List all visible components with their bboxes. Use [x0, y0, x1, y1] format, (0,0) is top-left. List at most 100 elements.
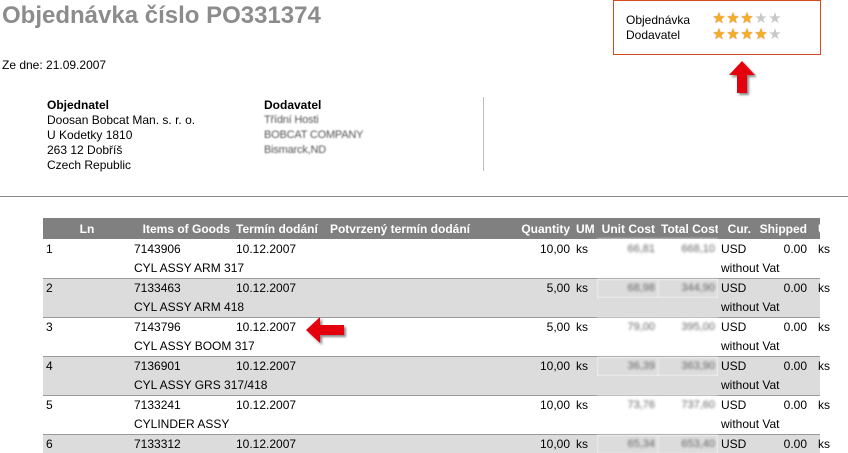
supplier-heading: Dodavatel — [264, 98, 322, 112]
cell-total-cost: 363,90 — [658, 355, 718, 376]
cell-unit-cost: 68,98 — [597, 277, 658, 298]
buyer-block: Objednatel Doosan Bobcat Man. s. r. o. U… — [47, 98, 195, 173]
table-row[interactable]: 4 7136901 10.12.2007 10,00 ks 36,39 363,90 USD 0… — [43, 355, 830, 376]
buyer-line: 263 12 Dobříš — [47, 143, 123, 157]
col-header-total-cost[interactable]: Total Cost — [658, 218, 718, 239]
col-header-shipped[interactable]: Shipped — [754, 218, 810, 239]
cell-shipped: 0.00 — [754, 355, 810, 376]
buyer-line: U Kodetky 1810 — [47, 128, 133, 142]
cell-currency: USD — [718, 277, 754, 298]
cell-empty — [43, 414, 131, 434]
buyer-heading: Objednatel — [47, 98, 110, 112]
col-header-um[interactable]: UM — [573, 218, 597, 239]
cell-item-number: 7133312 — [131, 433, 233, 453]
cell-unit-cost: 79,00 — [597, 316, 658, 337]
star-empty-icon: ★ — [768, 26, 782, 43]
cell-delivery-date: 10.12.2007 — [233, 433, 319, 453]
cell-empty — [43, 297, 131, 317]
col-header-delivery-date[interactable]: Termín dodání — [233, 218, 319, 239]
cell-confirmed-date — [319, 355, 473, 376]
cell-delivery-date: 10.12.2007 — [233, 355, 319, 376]
cell-quantity: 10,00 — [473, 394, 573, 415]
items-table: Ln Items of Goods Termín dodání Potvrzen… — [43, 218, 837, 453]
table-row-detail: CYL ASSY GRS 317/418 without Vat — [43, 375, 820, 395]
cell-delivery-date: 10.12.2007 — [233, 239, 319, 259]
cell-confirmed-date — [319, 394, 473, 415]
cell-total-cost: 395,00 — [658, 316, 718, 337]
star-filled-icon: ★ — [712, 10, 726, 27]
cell-ln: 1 — [43, 239, 131, 259]
cell-ln: 2 — [43, 277, 131, 298]
table-row[interactable]: 3 7143796 10.12.2007 5,00 ks 79,00 395,00 USD 0.… — [43, 316, 830, 337]
cell-empty — [43, 258, 131, 278]
cell-item-number: 7133241 — [131, 394, 233, 415]
header-separator — [0, 196, 848, 197]
cell-ln: 3 — [43, 316, 131, 337]
table-header-row: Ln Items of Goods Termín dodání Potvrzen… — [43, 218, 837, 239]
cell-quantity: 10,00 — [473, 355, 573, 376]
cell-item-description: CYLINDER ASSY — [131, 414, 718, 434]
cell-vat-note: without Vat — [718, 336, 820, 356]
cell-shipped: 0.00 — [754, 433, 810, 453]
cell-um: ks — [573, 355, 597, 376]
col-header-um2[interactable]: UM — [810, 218, 837, 239]
star-empty-icon: ★ — [768, 10, 782, 27]
order-date: Ze dne: 21.09.2007 — [2, 58, 107, 72]
arrow-left-icon — [306, 317, 344, 343]
cell-total-cost: 668,10 — [658, 239, 718, 259]
cell-currency: USD — [718, 316, 754, 337]
table-row-detail: CYL ASSY ARM 317 without Vat — [43, 258, 820, 278]
cell-item-description: CYL ASSY GRS 317/418 — [131, 375, 718, 395]
cell-item-number: 7143796 — [131, 316, 233, 337]
cell-confirmed-date — [319, 239, 473, 259]
cell-confirmed-date — [319, 277, 473, 298]
table-row[interactable]: 6 7133312 10.12.2007 10,00 ks 65,34 653,40 USD 0… — [43, 433, 830, 453]
cell-unit-cost: 73,76 — [597, 394, 658, 415]
cell-um2: ks — [810, 355, 830, 376]
cell-item-number: 7136901 — [131, 355, 233, 376]
cell-ln: 5 — [43, 394, 131, 415]
table-row-detail: CYL ASSY ARM 418 without Vat — [43, 297, 820, 317]
cell-um2: ks — [810, 316, 830, 337]
cell-empty — [43, 336, 131, 356]
address-divider — [483, 97, 484, 171]
cell-vat-note: without Vat — [718, 375, 820, 395]
cell-shipped: 0.00 — [754, 277, 810, 298]
col-header-confirmed-date[interactable]: Potvrzený termín dodání — [319, 218, 473, 239]
table-row-detail: CYLINDER ASSY without Vat — [43, 414, 820, 434]
col-header-quantity[interactable]: Quantity — [473, 218, 573, 239]
cell-empty — [43, 375, 131, 395]
cell-currency: USD — [718, 433, 754, 453]
col-header-unit-cost[interactable]: Unit Cost — [597, 218, 658, 239]
cell-ln: 4 — [43, 355, 131, 376]
cell-item-description: CYL ASSY ARM 317 — [131, 258, 718, 278]
supplier-rating-label: Dodavatel — [626, 28, 681, 42]
supplier-line: Bismarck,ND — [264, 144, 326, 156]
col-header-currency[interactable]: Cur. — [718, 218, 754, 239]
star-filled-icon: ★ — [740, 26, 754, 43]
cell-unit-cost: 66,81 — [597, 239, 658, 259]
table-row[interactable]: 1 7143906 10.12.2007 10,00 ks 66,81 668,10 USD 0… — [43, 239, 830, 259]
star-filled-icon: ★ — [740, 10, 754, 27]
buyer-line: Doosan Bobcat Man. s. r. o. — [47, 113, 196, 127]
cell-currency: USD — [718, 355, 754, 376]
cell-quantity: 10,00 — [473, 239, 573, 259]
cell-unit-cost: 36,39 — [597, 355, 658, 376]
star-filled-icon: ★ — [712, 26, 726, 43]
cell-total-cost: 653,40 — [658, 433, 718, 453]
supplier-line: BOBCAT COMPANY — [264, 129, 364, 141]
table-row[interactable]: 2 7133463 10.12.2007 5,00 ks 68,98 344,90 USD 0.… — [43, 277, 830, 298]
order-rating-stars: ★ ★ ★ ★ ★ — [712, 11, 782, 27]
cell-delivery-date: 10.12.2007 — [233, 277, 319, 298]
star-filled-icon: ★ — [726, 10, 740, 27]
star-empty-icon: ★ — [754, 10, 768, 27]
buyer-line: Czech Republic — [47, 158, 132, 172]
cell-ln: 6 — [43, 433, 131, 453]
col-header-items[interactable]: Items of Goods — [131, 218, 233, 239]
cell-item-number: 7133463 — [131, 277, 233, 298]
col-header-ln[interactable]: Ln — [43, 218, 131, 239]
arrow-up-shape — [729, 61, 755, 93]
table-row[interactable]: 5 7133241 10.12.2007 10,00 ks 73,76 737,60 USD 0… — [43, 394, 830, 415]
cell-item-number: 7143906 — [131, 239, 233, 259]
arrow-left-shape — [306, 317, 344, 343]
